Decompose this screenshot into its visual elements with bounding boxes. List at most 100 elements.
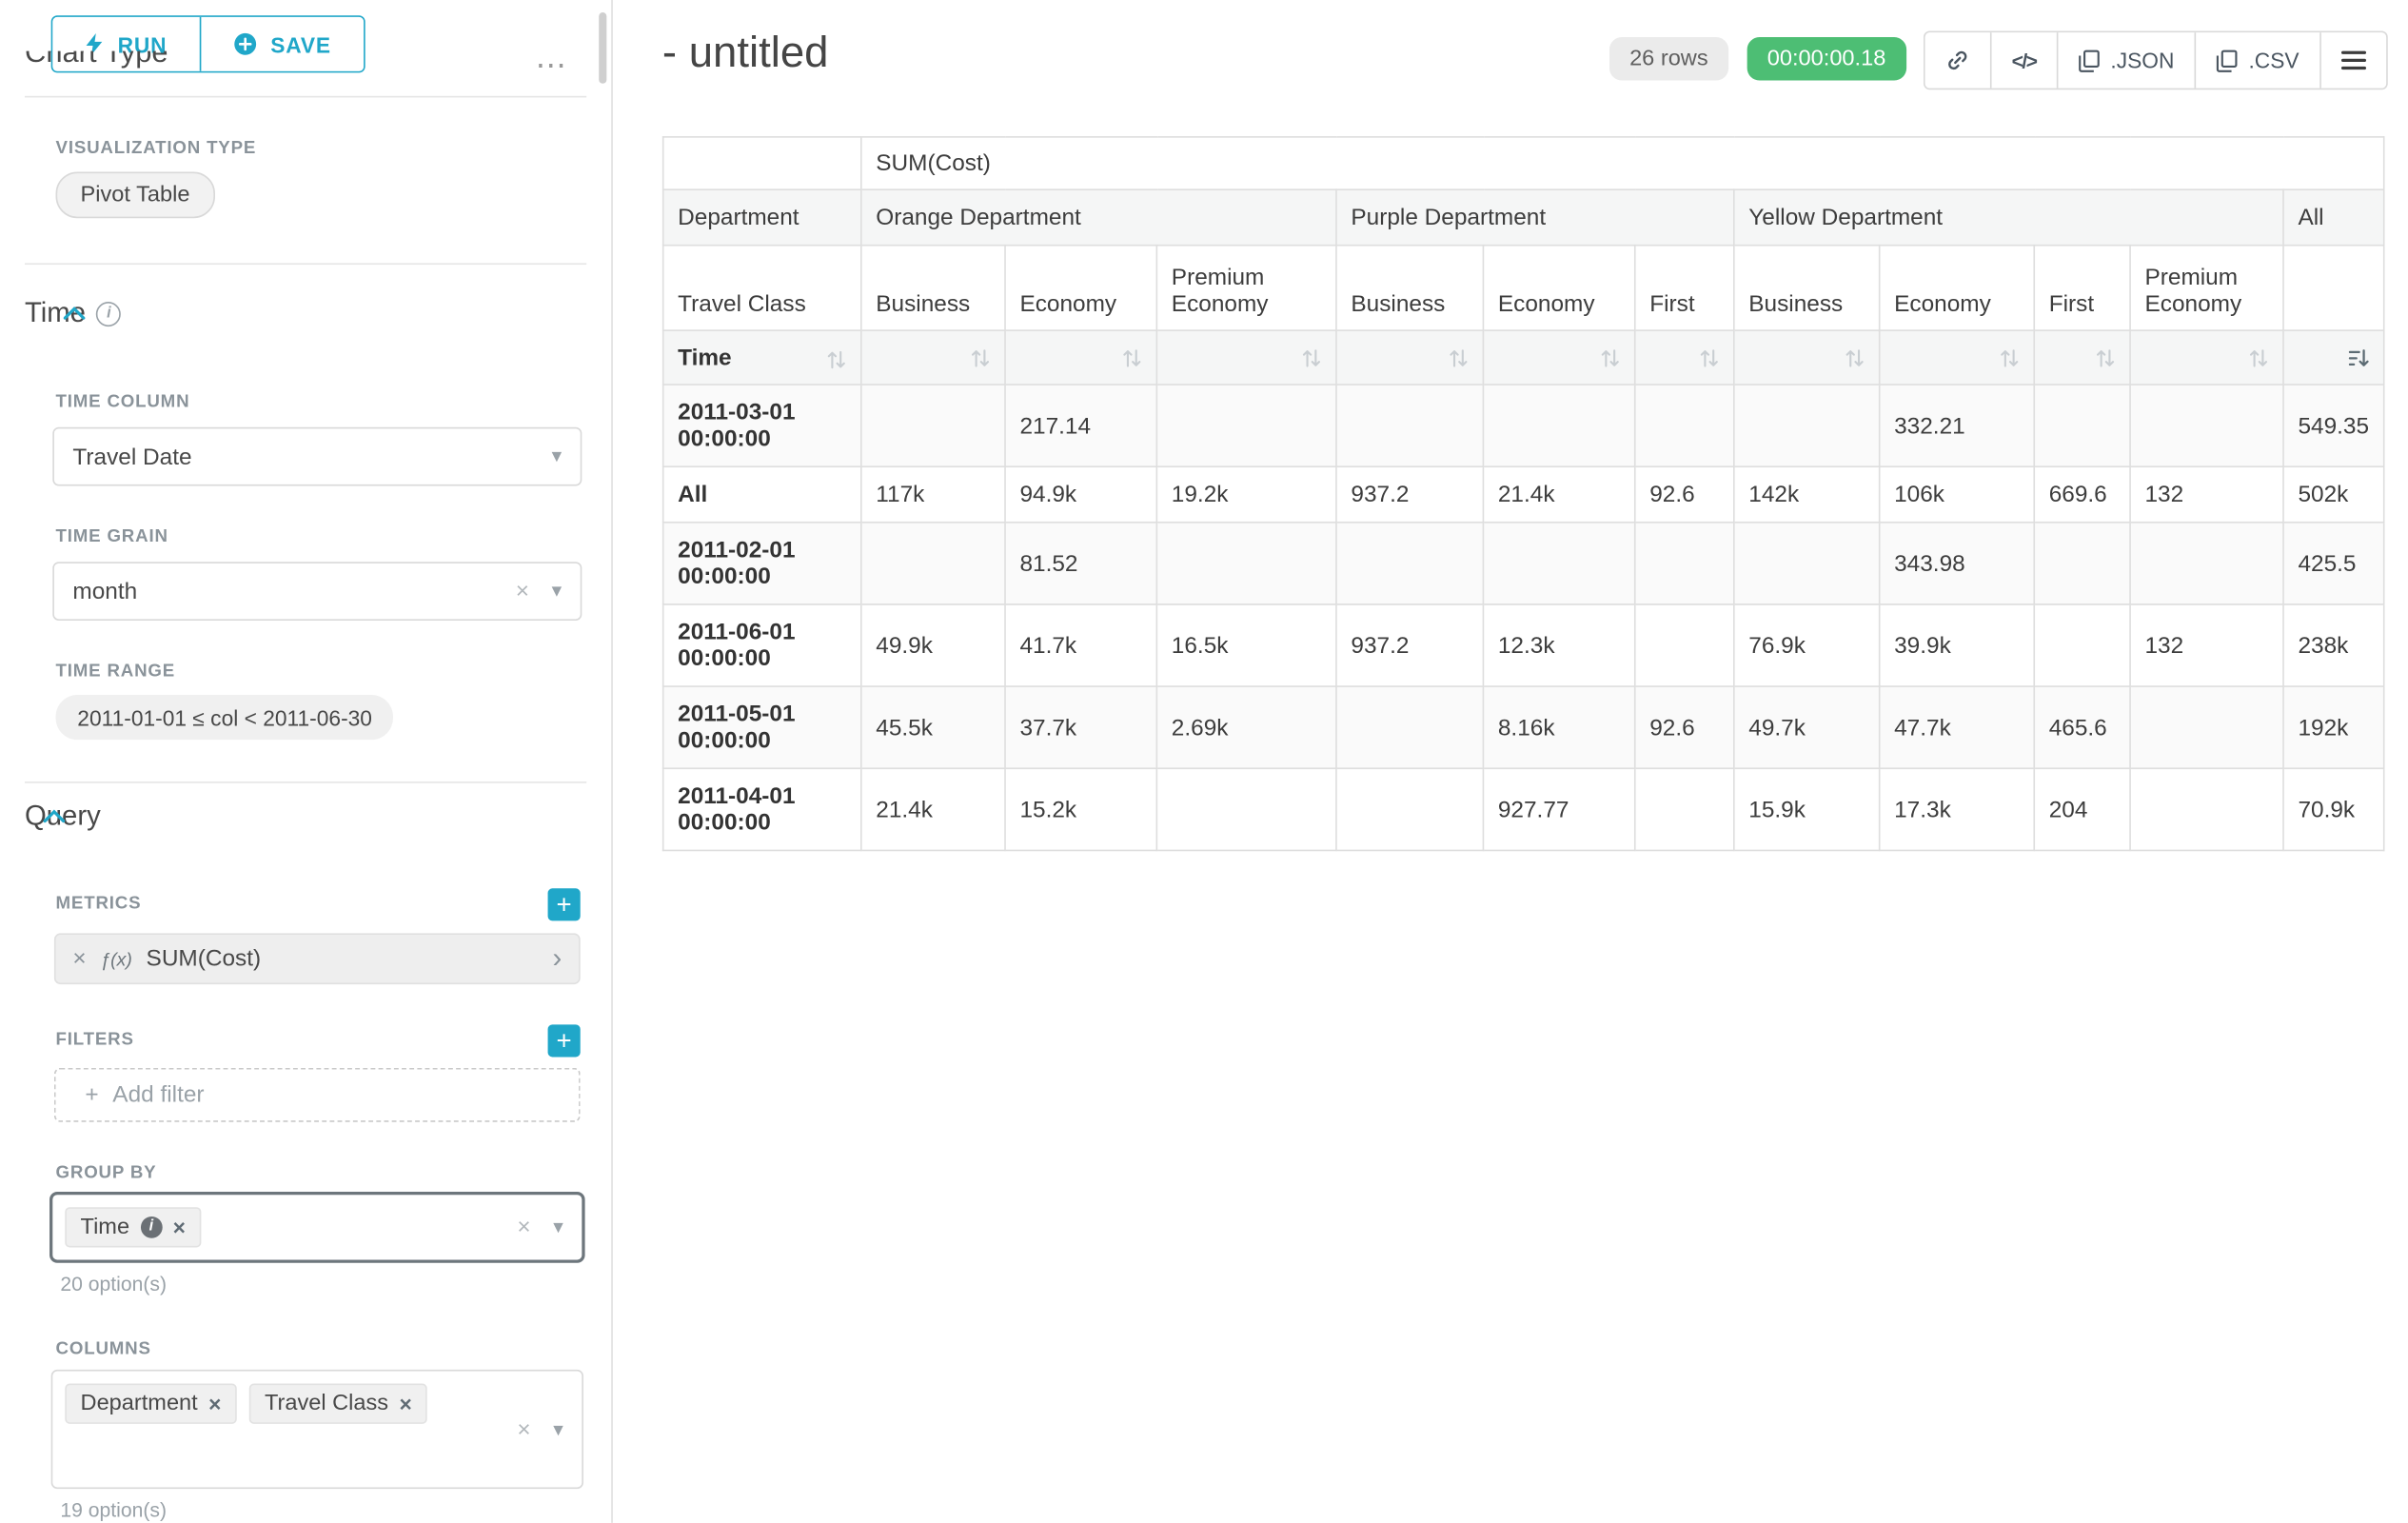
value-cell: 70.9k bbox=[2283, 768, 2384, 850]
sorter-cell[interactable] bbox=[861, 330, 1005, 385]
time-column-select[interactable]: Travel Date ▾ bbox=[52, 427, 582, 486]
class-header-cell bbox=[2283, 246, 2384, 330]
dimension-tag[interactable]: Department × bbox=[65, 1384, 236, 1424]
ellipsis-icon[interactable]: ⋯ bbox=[536, 47, 568, 86]
metric-pill[interactable]: × ƒ(x) SUM(Cost) › bbox=[54, 933, 581, 984]
sorter-cell[interactable] bbox=[1005, 330, 1156, 385]
clear-icon[interactable]: × bbox=[516, 578, 529, 604]
query-section-header[interactable]: Query bbox=[25, 801, 101, 833]
menu-button[interactable] bbox=[2319, 32, 2386, 89]
value-cell bbox=[1635, 385, 1734, 466]
sorter-cell[interactable] bbox=[1734, 330, 1880, 385]
value-cell bbox=[861, 385, 1005, 466]
chevron-up-icon[interactable] bbox=[44, 809, 66, 823]
class-header-cell: Business bbox=[1336, 246, 1483, 330]
group-header-cell: Purple Department bbox=[1336, 189, 1734, 246]
value-cell bbox=[2130, 686, 2283, 768]
value-cell bbox=[1336, 523, 1483, 604]
sort-icon[interactable] bbox=[1449, 348, 1469, 368]
sort-icon[interactable] bbox=[1301, 348, 1321, 368]
row-dimension-label: Time bbox=[678, 345, 732, 371]
sort-icon[interactable] bbox=[2000, 348, 2020, 368]
remove-tag-icon[interactable]: × bbox=[399, 1392, 411, 1416]
sorter-cell[interactable] bbox=[1336, 330, 1483, 385]
caret-down-icon[interactable]: ▾ bbox=[552, 444, 563, 468]
row-label-cell: 2011-03-01 00:00:00 bbox=[663, 385, 861, 466]
row-label-cell: 2011-02-01 00:00:00 bbox=[663, 523, 861, 604]
visualization-type-pill[interactable]: Pivot Table bbox=[56, 171, 215, 218]
value-cell: 12.3k bbox=[1483, 604, 1634, 686]
value-cell: 21.4k bbox=[861, 768, 1005, 850]
add-metric-button[interactable]: + bbox=[548, 888, 581, 920]
value-cell bbox=[1483, 385, 1634, 466]
export-csv-button[interactable]: .CSV bbox=[2195, 32, 2319, 89]
remove-metric-icon[interactable]: × bbox=[72, 945, 86, 972]
time-grain-select[interactable]: month × ▾ bbox=[52, 562, 582, 621]
sort-icon[interactable] bbox=[2095, 348, 2115, 368]
sort-icon[interactable] bbox=[970, 348, 990, 368]
sorter-cell[interactable] bbox=[2283, 330, 2384, 385]
caret-down-icon[interactable]: ▾ bbox=[553, 1215, 563, 1239]
row-label-cell: 2011-04-01 00:00:00 bbox=[663, 768, 861, 850]
clear-icon[interactable]: × bbox=[517, 1416, 530, 1443]
time-section-header[interactable]: Time i bbox=[25, 297, 121, 329]
value-cell: 465.6 bbox=[2034, 686, 2130, 768]
export-json-label: .JSON bbox=[2110, 48, 2174, 72]
class-header-cell: Economy bbox=[1880, 246, 2035, 330]
value-cell bbox=[1156, 523, 1336, 604]
sort-icon[interactable] bbox=[826, 349, 846, 369]
value-cell bbox=[1336, 385, 1483, 466]
sorter-cell[interactable] bbox=[1880, 330, 2035, 385]
value-cell: 37.7k bbox=[1005, 686, 1156, 768]
sort-icon[interactable] bbox=[1600, 348, 1620, 368]
value-cell: 343.98 bbox=[1880, 523, 2035, 604]
share-link-button[interactable] bbox=[1925, 32, 1990, 89]
clear-icon[interactable]: × bbox=[517, 1215, 530, 1241]
sorter-cell[interactable] bbox=[1483, 330, 1634, 385]
value-cell: 132 bbox=[2130, 466, 2283, 523]
class-header-cell: Business bbox=[861, 246, 1005, 330]
chevron-right-icon[interactable]: › bbox=[552, 942, 562, 975]
caret-down-icon[interactable]: ▾ bbox=[552, 579, 563, 603]
dimension-tag[interactable]: Timei× bbox=[65, 1207, 201, 1247]
embed-code-button[interactable]: </> bbox=[1990, 32, 2057, 89]
columns-select[interactable]: Department×Travel Class× × ▾ bbox=[51, 1370, 583, 1489]
group-by-tags: Timei× bbox=[62, 1214, 210, 1240]
divider bbox=[25, 96, 586, 98]
sort-icon[interactable] bbox=[2248, 348, 2268, 368]
group-header-cell: All bbox=[2283, 189, 2384, 246]
chevron-up-icon[interactable] bbox=[64, 307, 86, 321]
add-filter-plus-button[interactable]: + bbox=[548, 1024, 581, 1057]
chart-title[interactable]: - untitled bbox=[662, 28, 829, 77]
sort-desc-icon[interactable] bbox=[2348, 348, 2370, 368]
class-header-cell: Economy bbox=[1005, 246, 1156, 330]
value-cell: 937.2 bbox=[1336, 604, 1483, 686]
class-header-cell: Premium Economy bbox=[1156, 246, 1336, 330]
function-icon: ƒ(x) bbox=[100, 948, 132, 970]
value-cell: 669.6 bbox=[2034, 466, 2130, 523]
tag-label: Department bbox=[81, 1392, 198, 1416]
row-dimension-header-cell[interactable]: Time bbox=[663, 330, 861, 385]
value-cell: 94.9k bbox=[1005, 466, 1156, 523]
explore-view: RUN SAVE ⋯ Chart Type VISUALIZATION TYPE… bbox=[0, 0, 2408, 1523]
add-filter-label: Add filter bbox=[112, 1082, 204, 1109]
sorter-cell[interactable] bbox=[2130, 330, 2283, 385]
sort-icon[interactable] bbox=[1122, 348, 1142, 368]
caret-down-icon[interactable]: ▾ bbox=[553, 1416, 563, 1441]
sorter-cell[interactable] bbox=[2034, 330, 2130, 385]
export-json-button[interactable]: .JSON bbox=[2056, 32, 2194, 89]
time-range-pill[interactable]: 2011-01-01 ≤ col < 2011-06-30 bbox=[56, 695, 394, 740]
sidebar-scrollbar[interactable] bbox=[599, 12, 606, 84]
sort-icon[interactable] bbox=[1699, 348, 1719, 368]
info-icon: i bbox=[140, 1216, 162, 1238]
remove-tag-icon[interactable]: × bbox=[208, 1392, 221, 1416]
value-cell: 117k bbox=[861, 466, 1005, 523]
remove-tag-icon[interactable]: × bbox=[173, 1215, 186, 1239]
columns-options-hint: 19 option(s) bbox=[60, 1498, 167, 1521]
sort-icon[interactable] bbox=[1845, 348, 1865, 368]
add-filter-button[interactable]: + Add filter bbox=[54, 1068, 581, 1122]
sorter-cell[interactable] bbox=[1156, 330, 1336, 385]
dimension-tag[interactable]: Travel Class× bbox=[249, 1384, 427, 1424]
sorter-cell[interactable] bbox=[1635, 330, 1734, 385]
group-by-select[interactable]: Timei× × ▾ bbox=[51, 1194, 583, 1262]
